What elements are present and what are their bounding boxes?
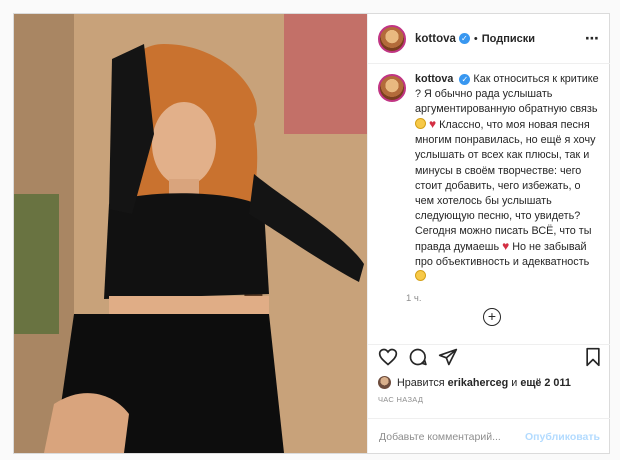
comment-icon[interactable]	[408, 347, 428, 367]
verified-icon: ✓	[458, 33, 470, 44]
load-more-icon[interactable]: +	[483, 308, 501, 326]
likes-and: и	[511, 376, 518, 389]
likes-summary: Нравится erikaherceg и ещё 2 011	[378, 376, 571, 389]
avatar[interactable]	[378, 24, 406, 53]
post-photo[interactable]	[14, 14, 367, 453]
post-photo-illustration	[14, 14, 367, 453]
likes-count[interactable]: ещё 2 011	[520, 377, 571, 389]
likes-prefix: Нравится	[397, 376, 445, 389]
add-comment-bar: Добавьте комментарий... Опубликовать	[368, 418, 610, 454]
action-bar	[368, 344, 610, 375]
post-sidebar: kottova ✓ • Подписки ⋯ kottova ✓ Как отн…	[367, 14, 610, 453]
caption-avatar[interactable]	[378, 74, 406, 102]
comment-input[interactable]: Добавьте комментарий...	[379, 431, 501, 443]
caption-username[interactable]: kottova	[415, 73, 453, 85]
share-icon[interactable]	[438, 347, 458, 367]
following-button[interactable]: Подписки	[482, 33, 535, 45]
more-icon[interactable]: ⋯	[585, 30, 600, 47]
liker-username[interactable]: erikaherceg	[448, 377, 509, 389]
caption-time[interactable]: 1 ч.	[406, 293, 600, 304]
instagram-post: kottova ✓ • Подписки ⋯ kottova ✓ Как отн…	[13, 13, 610, 454]
caption-block: kottova ✓ Как относиться к критике ? Я о…	[378, 72, 600, 330]
caption-text: kottova ✓ Как относиться к критике ? Я о…	[415, 72, 600, 285]
post-header: kottova ✓ • Подписки ⋯	[368, 14, 610, 64]
separator-dot: •	[473, 32, 478, 45]
verified-icon: ✓	[459, 73, 471, 85]
caption-part-2: Классно, что моя новая песня многим понр…	[415, 119, 596, 254]
liker-avatar[interactable]	[378, 376, 391, 389]
bookmark-icon[interactable]	[584, 347, 602, 367]
smile-emoji-icon	[415, 118, 426, 130]
heart-emoji-icon: ♥	[502, 239, 510, 254]
heart-icon[interactable]	[378, 347, 398, 367]
smile-emoji-icon	[415, 270, 426, 282]
username-link[interactable]: kottova	[415, 33, 456, 45]
post-time-ago[interactable]: ЧАС НАЗАД	[378, 395, 423, 404]
publish-button[interactable]: Опубликовать	[525, 431, 600, 443]
heart-emoji-icon: ♥	[429, 117, 437, 132]
